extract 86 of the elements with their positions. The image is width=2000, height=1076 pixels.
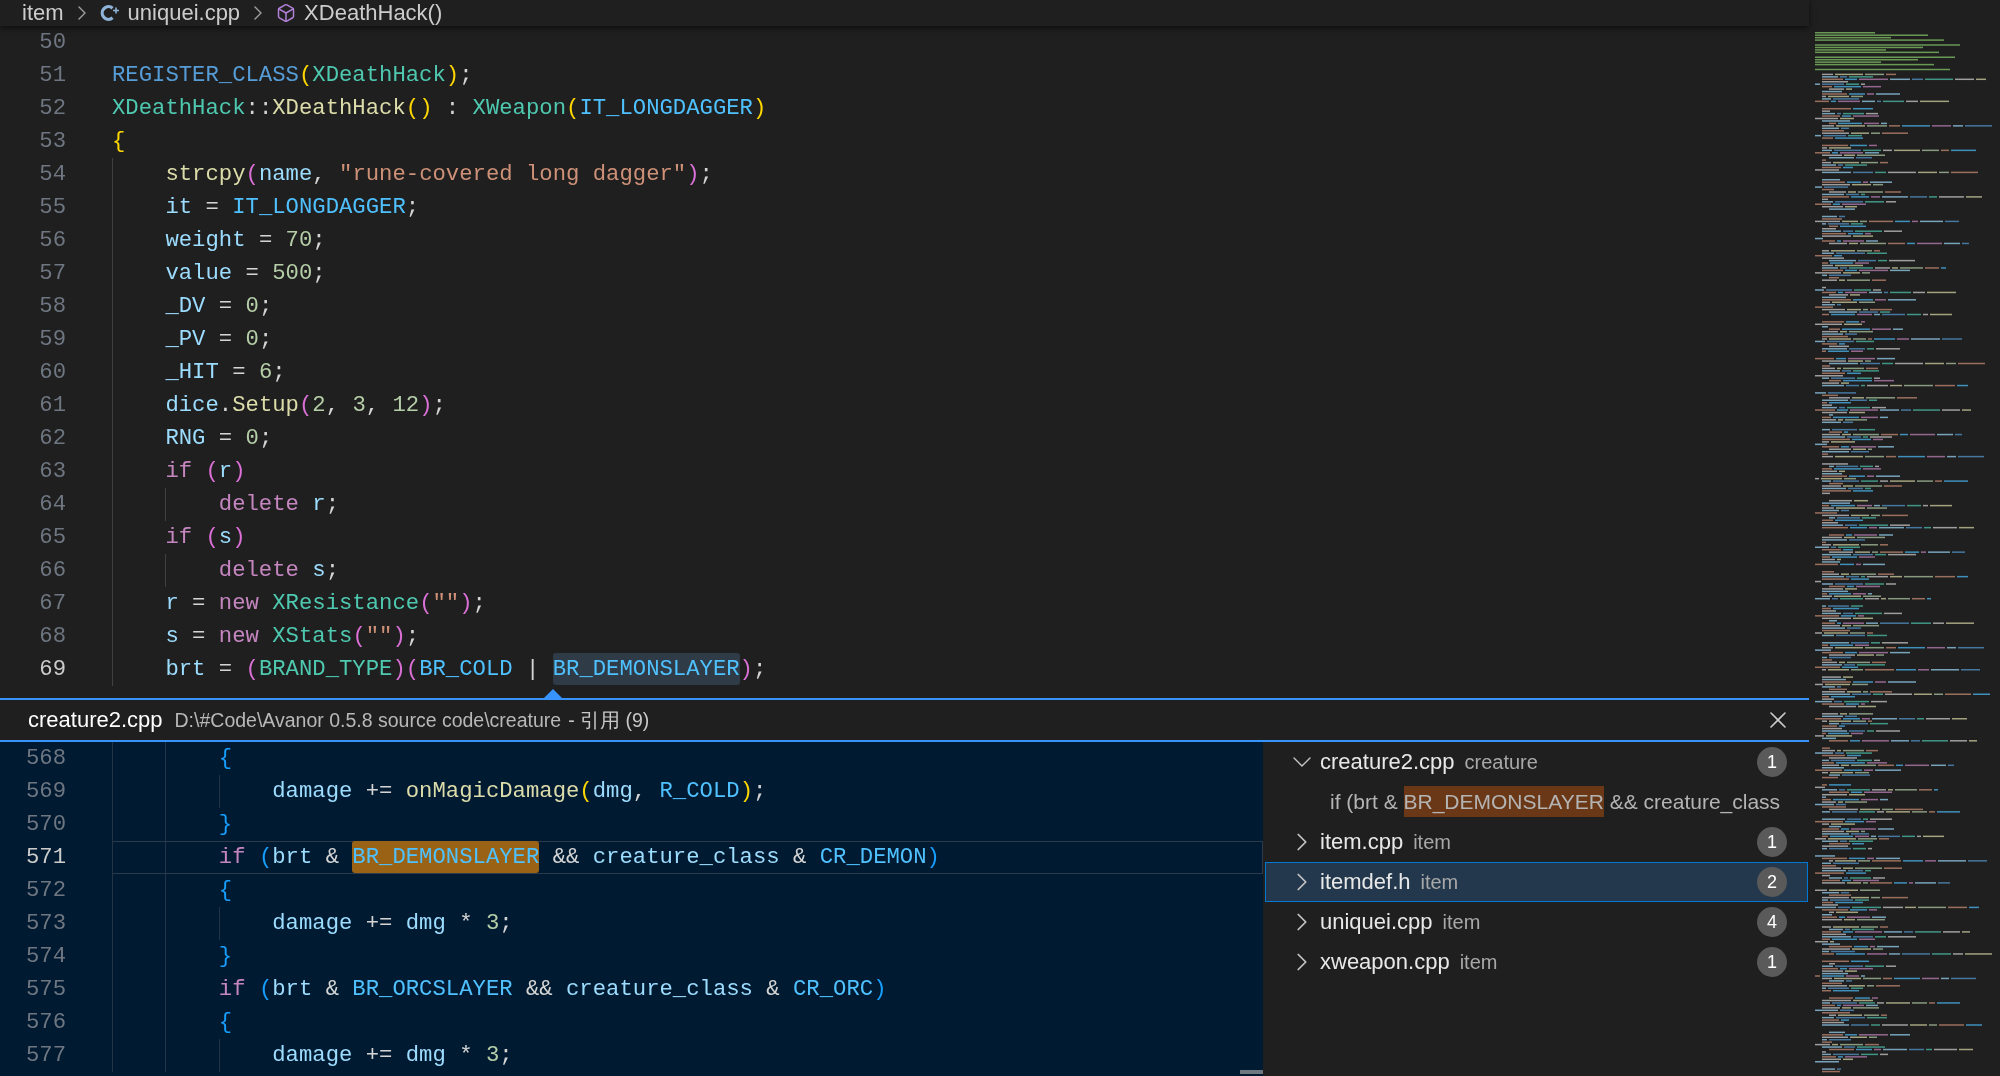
line-number: 569 [24, 777, 66, 806]
code-line: if (r) [165, 457, 246, 486]
breadcrumb-item[interactable]: uniquei.cpp [99, 0, 241, 26]
code-line: s = new XStats(""); [165, 622, 420, 651]
breadcrumb-item[interactable]: XDeathHack() [276, 0, 443, 26]
code-line: if (brt & BR_DEMONSLAYER && creature_class & CR_DEMON) [218, 841, 940, 874]
reference-summary: - 引用 (9) [568, 707, 650, 733]
code-line: _PV = 0; [165, 325, 273, 354]
code-line: delete r; [218, 490, 339, 519]
code-line: if (brt & BR_ORCSLAYER && creature_class & CR_ORC) [218, 975, 887, 1004]
line-number: 60 [38, 358, 66, 387]
line-number: 67 [38, 589, 66, 618]
close-icon [1770, 712, 1786, 728]
code-line: _HIT = 6; [165, 358, 286, 387]
line-number: 64 [38, 490, 66, 519]
line-number: 63 [38, 457, 66, 486]
line-number: 573 [24, 909, 66, 938]
code-line: _DV = 0; [165, 292, 273, 321]
reference-row[interactable]: itemdef.h item 2 [1265, 862, 1808, 902]
code-line: { [218, 1008, 233, 1037]
code-line: { [112, 127, 126, 156]
line-number: 65 [38, 523, 66, 552]
count-badge: 1 [1757, 947, 1787, 977]
line-number: 570 [24, 810, 66, 839]
count-badge: 2 [1757, 867, 1787, 897]
reference-row[interactable]: xweapon.cpp item 1 [1265, 942, 1808, 982]
line-number: 66 [38, 556, 66, 585]
code-line: damage += onMagicDamage(dmg, R_COLD); [272, 777, 767, 806]
count-badge: 4 [1757, 907, 1787, 937]
chevron-right-icon [254, 6, 263, 20]
line-number: 575 [24, 975, 66, 1004]
line-number: 53 [38, 127, 66, 156]
line-number: 574 [24, 942, 66, 971]
code-line: it = IT_LONGDAGGER; [165, 193, 420, 222]
code-line: strcpy(name, "rune-covered long dagger"); [165, 160, 713, 189]
line-number: 54 [38, 160, 66, 189]
line-number: 58 [38, 292, 66, 321]
line-number: 577 [24, 1041, 66, 1070]
file-path: D:\#Code\Avanor 0.5.8 source code\creature [174, 708, 562, 732]
line-number: 51 [38, 61, 66, 90]
code-line: r = new XResistance(""); [165, 589, 486, 618]
count-badge: 1 [1757, 827, 1787, 857]
line-number: 62 [38, 424, 66, 453]
chevron-right-icon[interactable] [1297, 913, 1307, 931]
code-line: XDeathHack::XDeathHack() : XWeapon(IT_LONGDAGGER) [112, 94, 767, 123]
code-line: delete s; [218, 556, 339, 585]
code-line: damage += dmg * 3; [272, 1041, 513, 1070]
cube-icon [276, 3, 297, 23]
reference-row[interactable]: creature2.cpp creature 1 [1265, 742, 1808, 782]
code-line: if (s) [165, 523, 246, 552]
line-number: 69 [38, 655, 66, 684]
chevron-right-icon [77, 6, 86, 20]
line-number: 572 [24, 876, 66, 905]
code-line: damage += dmg * 3; [272, 909, 513, 938]
code-line: value = 500; [165, 259, 326, 288]
code-line: } [218, 942, 233, 971]
code-line: REGISTER_CLASS(XDeathHack); [112, 61, 473, 90]
reference-row[interactable]: uniquei.cpp item 4 [1265, 902, 1808, 942]
code-line: RNG = 0; [165, 424, 273, 453]
line-number: 50 [38, 28, 66, 57]
chevron-right-icon[interactable] [1297, 873, 1307, 891]
code-line: } [218, 810, 233, 839]
line-number: 55 [38, 193, 66, 222]
code-line: dice.Setup(2, 3, 12); [165, 391, 446, 420]
scrollbar-thumb[interactable] [1240, 1070, 1263, 1074]
peek-file-name: creature2.cpp [28, 707, 163, 733]
code-line: brt = (BRAND_TYPE)(BR_COLD | BR_DEMONSLAYER); [165, 653, 767, 686]
breadcrumb-item[interactable]: item [22, 0, 64, 26]
line-number: 56 [38, 226, 66, 255]
chevron-down-icon[interactable] [1293, 757, 1311, 767]
reference-row[interactable]: item.cpp item 1 [1265, 822, 1808, 862]
chevron-right-icon[interactable] [1297, 953, 1307, 971]
code-line: { [218, 744, 233, 773]
chevron-right-icon[interactable] [1297, 833, 1307, 851]
count-badge: 1 [1757, 747, 1787, 777]
line-number: 68 [38, 622, 66, 651]
code-line: { [218, 876, 233, 905]
code-line: weight = 70; [165, 226, 326, 255]
line-number: 59 [38, 325, 66, 354]
line-number: 57 [38, 259, 66, 288]
line-number: 571 [24, 843, 66, 872]
cpp-file-icon [99, 3, 120, 23]
line-number: 568 [24, 744, 66, 773]
line-number: 61 [38, 391, 66, 420]
line-number: 52 [38, 94, 66, 123]
line-number: 576 [24, 1008, 66, 1037]
